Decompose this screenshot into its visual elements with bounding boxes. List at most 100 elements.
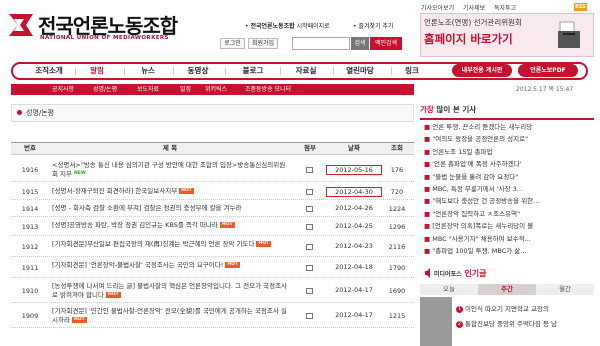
ranking-item[interactable]: 1 이인식 따오기 지면학교 교장의 — [456, 305, 594, 314]
top-link-report[interactable]: 기사제보 — [463, 5, 485, 12]
row-views: 1690 — [388, 287, 406, 295]
nav-item-about[interactable]: 조직소개 — [32, 63, 66, 78]
top-link-reader[interactable]: 독자투고 — [494, 5, 516, 12]
subnav-item-wikileaks[interactable]: 위키릭스 — [205, 84, 227, 95]
subnav-item-monitor[interactable]: 조중동방송 모니터 — [245, 84, 291, 95]
attachment-icon[interactable] — [306, 206, 313, 212]
newspaper-pdf-button[interactable]: 언론노보PDF — [518, 64, 578, 77]
nav-item-video[interactable]: 동영상 — [181, 63, 215, 78]
attachment-icon[interactable] — [306, 189, 313, 195]
row-title-text: [성명서-장재구퇴진 회견하라] 한국일보사지부 — [52, 187, 178, 195]
nav-item-notice[interactable]: 알림 — [80, 63, 114, 78]
join-button[interactable]: 회원가입 — [248, 38, 278, 49]
favorites-link[interactable]: • 즐겨찾기 추가 — [353, 21, 394, 30]
top-link-articles[interactable]: 기사모아보기 — [421, 5, 454, 12]
row-title-link[interactable]: [농성투쟁에 나서며 드리는 글] 불법사찰의 핵심은 언론장악입니다. 그 전… — [52, 282, 288, 300]
ranking-tab-month[interactable]: 월간 — [536, 284, 594, 295]
row-number: 1914 — [21, 205, 39, 213]
col-header-number: 번호 — [24, 144, 36, 152]
row-title-link[interactable]: <성명서>"방송 통신 내용 심의기관 구성 방안에 대한 조합의 입장>방송통… — [52, 161, 288, 179]
row-title-text: <성명서>"방송 통신 내용 심의기관 구성 방안에 대한 조합의 입장>방송통… — [52, 161, 286, 178]
bullet-icon: ■ — [424, 147, 433, 156]
ranking-thumbnail[interactable] — [420, 297, 452, 346]
popular-item[interactable]: ■ "언론장악 집력하고 ㅈ조스유역" — [424, 210, 594, 219]
ranking-item[interactable]: 2 통합진보당 중앙위 주먹다짐 등 남 — [456, 320, 594, 329]
bullet-icon: ■ — [424, 123, 433, 131]
col-header-attach: 첨부 — [304, 144, 316, 152]
login-button[interactable]: 로그인 — [220, 38, 245, 49]
nav-item-links[interactable]: 링크 — [398, 63, 426, 78]
attachment-icon[interactable] — [306, 244, 313, 250]
banner-line2: 홈페이지 바로가기 — [424, 32, 513, 46]
row-views: 720 — [390, 188, 404, 196]
popular-item[interactable]: ■ MBC "사용기자" 채용하여 보수적... — [424, 235, 594, 244]
popular-item-text: "언론장악 집력하고 ㅈ조스유역" — [432, 209, 521, 218]
nav-item-news[interactable]: 뉴스 — [131, 63, 165, 78]
row-title-link[interactable]: [성명 - 회사측 검찰 소환에 부쳐] 검찰은 정권의 충성부에 칼을 겨누라 — [52, 204, 288, 213]
new-badge: NEW — [74, 171, 86, 176]
attachment-icon[interactable] — [306, 265, 313, 271]
bullet-icon: ■ — [424, 209, 433, 218]
internal-board-button[interactable]: 내부전용 게시판 — [452, 64, 512, 77]
ballot-box-icon — [558, 21, 580, 48]
rss-icon[interactable]: RSS — [574, 3, 587, 11]
col-header-date: 날짜 — [348, 144, 360, 152]
popular-item-text: '언론 총파업'에 폭정 사주하겠다' — [432, 160, 522, 169]
nav-divider — [75, 67, 76, 75]
attachment-icon[interactable] — [306, 313, 313, 319]
ranking-tab-week[interactable]: 주간 — [478, 284, 536, 295]
nav-item-archive[interactable]: 자료실 — [289, 63, 323, 78]
hot-badge: HOT — [71, 317, 87, 323]
subnav-item-schedule[interactable]: 일정 — [180, 84, 191, 95]
row-date: 2012-04-26 — [335, 204, 373, 212]
ranking-tab-today[interactable]: 오늘 — [420, 284, 478, 295]
row-date: 2012-04-17 — [335, 286, 373, 294]
row-views: 2116 — [388, 243, 406, 251]
top-links: 기사모아보기 기사제보 독자투고 — [421, 3, 595, 13]
subnav-item-press[interactable]: 보도자료 — [137, 84, 159, 95]
home-set-link[interactable]: • 전국언론노동조합 시작페이지로 — [245, 21, 330, 30]
popular-item-text: "불법 눈물을 흘려 감아 요정다" — [432, 172, 519, 181]
detail-search-button[interactable]: 엑인검색 — [370, 37, 402, 50]
bullet-icon: ■ — [424, 135, 433, 144]
subnav-item-statements[interactable]: 성명/논평 — [93, 84, 117, 95]
popular-item[interactable]: ■ 언론노조 15일 총파업 — [424, 148, 594, 157]
row-views: 1224 — [388, 205, 406, 213]
row-date: 2012-04-17 — [335, 311, 373, 319]
popular-item[interactable]: ■ MBC, 특정 무릎기에서 '사장 3... — [424, 185, 594, 194]
rank-number-icon: 1 — [456, 305, 463, 313]
attachment-icon[interactable] — [306, 224, 313, 230]
subnav-item-notice[interactable]: 공지사항 — [52, 84, 74, 95]
row-title-text: [기자회견문] '민간인 불법사찰-언론장악' 전모(全貌)를 국민에게 공개하… — [52, 307, 287, 324]
ranking-title-red: 인기글 — [464, 269, 487, 278]
row-date: 2012-04-30 — [326, 187, 382, 197]
popular-item[interactable]: ■ "총파업 100일 투쟁, MBC가 삶... — [424, 247, 594, 256]
popular-item-text: "여의도 왕장을 공정언론의 성지로" — [432, 135, 529, 144]
col-header-views: 조회 — [391, 144, 403, 152]
row-title-link[interactable]: [기자회견문] '언론장악-불법사찰' 국정조사는 국민의 요구이다! HOT — [52, 261, 288, 270]
popular-item[interactable]: ■ 언론 투쟁, 끈소리 듣겠다는 새누리당 — [424, 123, 594, 132]
attachment-icon[interactable] — [306, 167, 313, 173]
row-title-link[interactable]: [성명서-장재구퇴진 회견하라] 한국일보사지부 HOT — [52, 187, 288, 196]
popular-item[interactable]: ■ "불법 눈물을 흘려 감아 요정다" — [424, 173, 594, 182]
popular-item[interactable]: ■ [언론장악 의혹]폭로는 새누리당이 볼 — [424, 222, 594, 231]
nav-item-forum[interactable]: 열린마당 — [339, 63, 381, 78]
bullet-icon: ■ — [424, 172, 433, 181]
row-number: 1912 — [21, 243, 39, 251]
row-title-link[interactable]: [기자회견문] '민간인 불법사찰-언론장악' 전모(全貌)를 국민에게 공개하… — [52, 307, 288, 325]
search-button[interactable]: 검색 — [351, 37, 369, 50]
nav-divider — [173, 67, 174, 75]
row-title-link[interactable]: [기자회견문]부산일보 편집국장의 재(再)징계는 박근혜의 언론 장악 기도다… — [52, 240, 288, 249]
nav-item-blog[interactable]: 블로그 — [236, 63, 270, 78]
favorites-label: 즐겨찾기 추가 — [358, 23, 394, 30]
union-logo-icon[interactable] — [6, 10, 36, 40]
popular-item[interactable]: ■ '언론 총파업'에 폭정 사주하겠다' — [424, 160, 594, 169]
row-date: 2012-04-25 — [335, 222, 373, 230]
popular-item[interactable]: ■ "여의도 왕장을 공정언론의 성지로" — [424, 135, 594, 144]
search-input[interactable] — [292, 37, 350, 50]
attachment-icon[interactable] — [306, 288, 313, 294]
row-number: 1911 — [21, 264, 39, 272]
popular-item[interactable]: ■ "해도보다 충성안 건 공정방송을 위한... — [424, 197, 594, 206]
nav-divider — [225, 67, 226, 75]
row-title-link[interactable]: [성명]공영방송 파탄, 박장 정권 김인규는 KBS를 즉각 떠나라 HOT — [52, 221, 288, 230]
